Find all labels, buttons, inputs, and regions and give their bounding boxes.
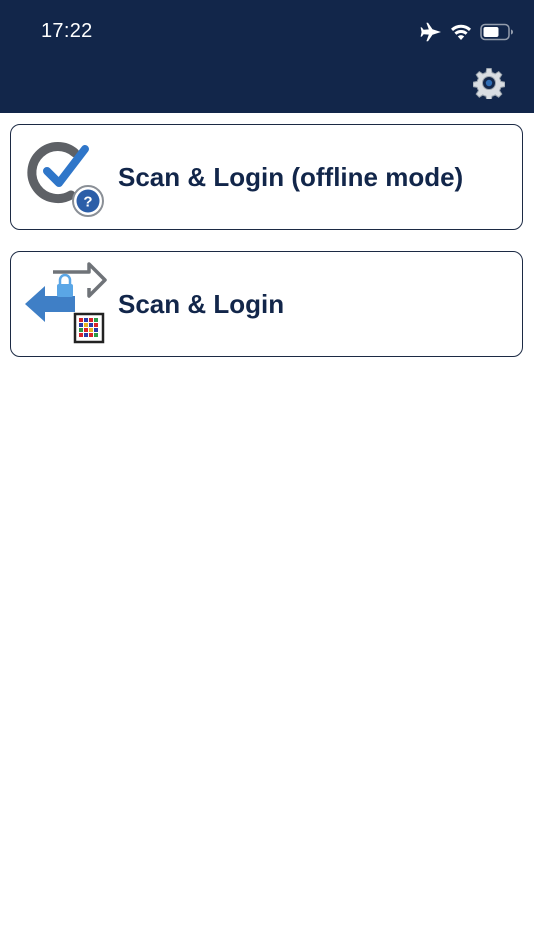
scan-login-offline-label: Scan & Login (offline mode) (118, 161, 464, 192)
status-icons (412, 20, 514, 44)
scan-login-offline-button[interactable]: ? Scan & Login (offline mode) (10, 124, 523, 230)
wifi-icon (450, 23, 472, 41)
battery-icon (480, 23, 514, 41)
login-arrows-icon (23, 262, 109, 346)
scan-login-button[interactable]: Scan & Login (10, 251, 523, 357)
svg-text:?: ? (83, 194, 92, 211)
scan-login-label: Scan & Login (118, 288, 285, 319)
airplane-icon (420, 22, 442, 42)
status-time: 17:22 (41, 20, 93, 42)
settings-button[interactable] (472, 67, 506, 104)
gear-icon (472, 67, 506, 104)
offline-check-icon: ? (23, 135, 109, 219)
top-bar: 17:22 (0, 0, 534, 113)
